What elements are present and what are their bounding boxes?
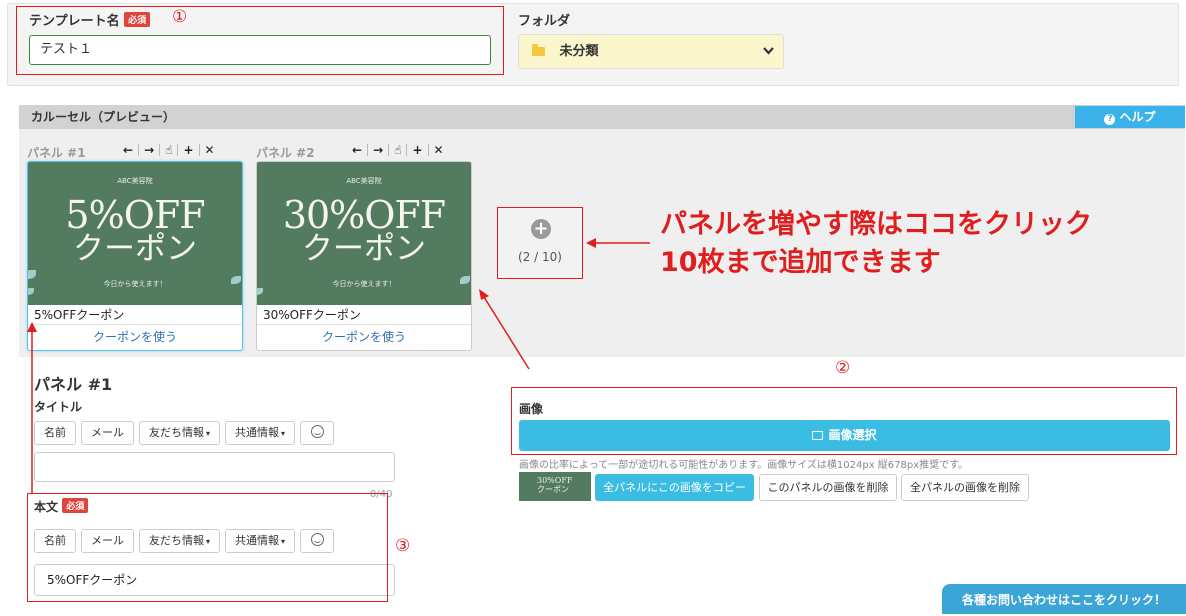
caret-down-icon: ▾ — [206, 429, 211, 438]
annotation-number-2: ② — [835, 358, 851, 378]
annotation-number-3: ③ — [395, 536, 411, 556]
thumb-text-line1: 30%OFF — [537, 476, 573, 485]
insert-shared-info-button[interactable]: 共通情報 ▾ — [225, 421, 296, 445]
image-thumbnail: 30%OFF クーポン — [519, 472, 591, 501]
thumb-text-line2: クーポン — [537, 485, 569, 494]
select-image-button[interactable]: 画像選択 — [519, 420, 1170, 451]
shared-info-label: 共通情報 — [235, 426, 280, 439]
insert-name-button[interactable]: 名前 — [34, 421, 76, 445]
smile-icon — [310, 425, 324, 438]
friend-info-label: 友だち情報 — [149, 426, 204, 439]
annotation-box-3 — [27, 493, 388, 602]
title-input[interactable] — [34, 452, 395, 482]
delete-this-image-button[interactable]: このパネルの画像を削除 — [759, 474, 897, 501]
picture-icon — [812, 431, 824, 440]
select-image-label: 画像選択 — [828, 428, 877, 442]
title-label: タイトル — [34, 400, 83, 414]
insert-mail-button[interactable]: メール — [81, 421, 134, 445]
caret-down-icon: ▾ — [281, 429, 286, 438]
thumb-text: 30%OFF クーポン — [537, 476, 572, 494]
insert-friend-info-button[interactable]: 友だち情報 ▾ — [139, 421, 221, 445]
delete-all-images-button[interactable]: 全パネルの画像を削除 — [901, 474, 1029, 501]
panel-editor-heading: パネル #1 — [34, 375, 113, 394]
title-insert-toolbar: 名前 メール 友だち情報 ▾ 共通情報 ▾ — [34, 421, 335, 445]
copy-image-to-all-button[interactable]: 全パネルにこの画像をコピー — [595, 474, 754, 501]
image-label: 画像 — [519, 402, 544, 416]
image-size-note: 画像の比率によって一部が途切れる可能性があります。画像サイズは横1024px 縦… — [519, 460, 969, 471]
emoji-button[interactable] — [300, 421, 335, 445]
